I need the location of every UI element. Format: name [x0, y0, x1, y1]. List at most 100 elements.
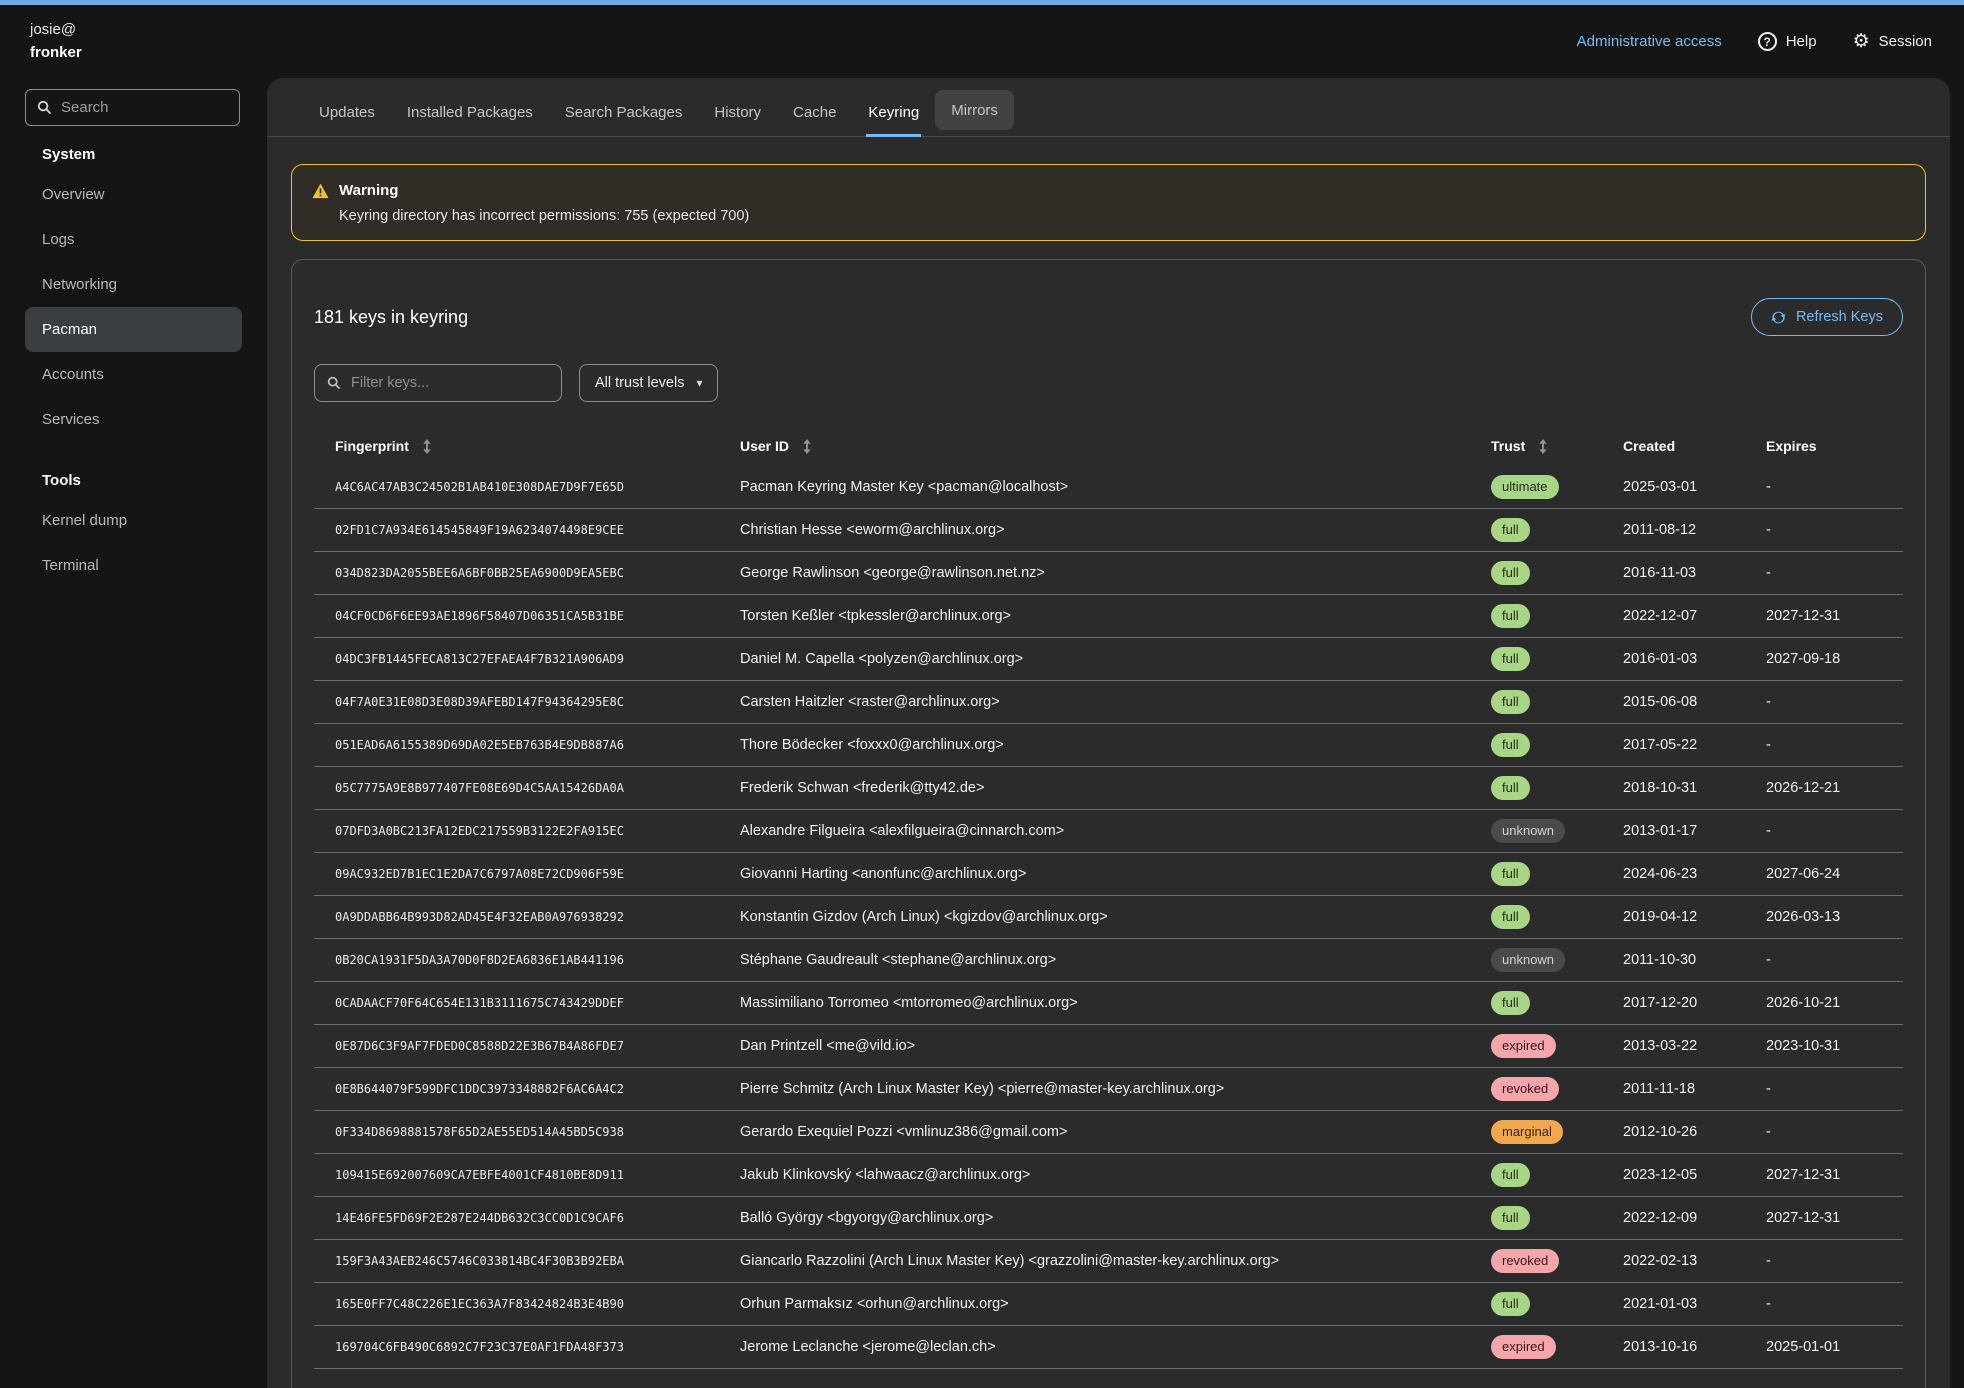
key-user-id: Pacman Keyring Master Key <pacman@localh… [740, 479, 1491, 495]
sidebar-item-overview[interactable]: Overview [25, 172, 242, 217]
tab-history[interactable]: History [698, 88, 777, 136]
table-row[interactable]: 0A9DDABB64B993D82AD45E4F32EAB0A976938292… [314, 896, 1903, 939]
table-row[interactable]: 051EAD6A6155389D69DA02E5EB763B4E9DB887A6… [314, 724, 1903, 767]
question-circle-icon: ? [1758, 32, 1777, 51]
table-row[interactable]: 04DC3FB1445FECA813C27EFAEA4F7B321A906AD9… [314, 638, 1903, 681]
key-created: 2013-01-17 [1623, 823, 1766, 839]
main-panel: UpdatesInstalled PackagesSearch Packages… [267, 78, 1950, 1388]
key-created: 2017-12-20 [1623, 995, 1766, 1011]
key-user-id: Jerome Leclanche <jerome@leclan.ch> [740, 1339, 1491, 1355]
sidebar-item-kernel-dump[interactable]: Kernel dump [25, 498, 242, 543]
sort-arrows-icon[interactable] [1538, 439, 1548, 454]
table-row[interactable]: 14E46FE5FD69F2E287E244DB632C3CC0D1C9CAF6… [314, 1197, 1903, 1240]
key-user-id: Thore Bödecker <foxxx0@archlinux.org> [740, 737, 1491, 753]
table-row[interactable]: 02FD1C7A934E614545849F19A6234074498E9CEE… [314, 509, 1903, 552]
table-row[interactable]: 04CF0CD6F6EE93AE1896F58407D06351CA5B31BE… [314, 595, 1903, 638]
key-fingerprint: 109415E692007609CA7EBFE4001CF4810BE8D911 [335, 1168, 740, 1182]
trust-badge: expired [1491, 1034, 1556, 1058]
key-expires: - [1766, 565, 1903, 581]
host-brand[interactable]: josie@ fronker [30, 19, 82, 64]
table-row[interactable]: 04F7A0E31E08D3E08D39AFEBD147F94364295E8C… [314, 681, 1903, 724]
key-user-id: Giancarlo Razzolini (Arch Linux Master K… [740, 1253, 1491, 1269]
sidebar-item-services[interactable]: Services [25, 397, 242, 442]
filter-keys-input[interactable]: Filter keys... [314, 364, 562, 402]
key-expires: - [1766, 1081, 1903, 1097]
sidebar-item-logs[interactable]: Logs [25, 217, 242, 262]
key-expires: - [1766, 694, 1903, 710]
masthead-user: josie@ [30, 19, 82, 42]
table-row[interactable]: 165E0FF7C48C226E1EC363A7F83424824B3E4B90… [314, 1283, 1903, 1326]
tab-installed-packages[interactable]: Installed Packages [391, 88, 549, 136]
key-user-id: Pierre Schmitz (Arch Linux Master Key) <… [740, 1081, 1491, 1097]
trust-badge: full [1491, 604, 1530, 628]
trust-badge: expired [1491, 1335, 1556, 1359]
tab-updates[interactable]: Updates [303, 88, 391, 136]
key-created: 2017-05-22 [1623, 737, 1766, 753]
key-expires: 2023-10-31 [1766, 1038, 1903, 1054]
sidebar-item-accounts[interactable]: Accounts [25, 352, 242, 397]
column-header-user-id[interactable]: User ID [740, 438, 1491, 454]
table-row[interactable]: 09AC932ED7B1EC1E2DA7C6797A08E72CD906F59E… [314, 853, 1903, 896]
table-row[interactable]: 0E87D6C3F9AF7FDED0C8588D22E3B67B4A86FDE7… [314, 1025, 1903, 1068]
refresh-keys-button[interactable]: Refresh Keys [1751, 298, 1903, 336]
key-fingerprint: A4C6AC47AB3C24502B1AB410E308DAE7D9F7E65D [335, 480, 740, 494]
sidebar-item-networking[interactable]: Networking [25, 262, 242, 307]
session-menu[interactable]: ⚙ Session [1853, 32, 1932, 51]
trust-select-value: All trust levels [595, 375, 684, 391]
tab-mirrors[interactable]: Mirrors [935, 90, 1014, 130]
administrative-access-link[interactable]: Administrative access [1577, 33, 1722, 50]
table-row[interactable]: 0B20CA1931F5DA3A70D0F8D2EA6836E1AB441196… [314, 939, 1903, 982]
table-row[interactable]: 07DFD3A0BC213FA12EDC217559B3122E2FA915EC… [314, 810, 1903, 853]
column-header-fingerprint[interactable]: Fingerprint [335, 438, 740, 454]
table-row[interactable]: 0F334D8698881578F65D2AE55ED514A45BD5C938… [314, 1111, 1903, 1154]
keys-table-body: A4C6AC47AB3C24502B1AB410E308DAE7D9F7E65D… [314, 466, 1903, 1369]
warning-icon [312, 183, 329, 199]
sidebar-nav: SystemOverviewLogsNetworkingPacmanAccoun… [0, 138, 267, 588]
tab-search-packages[interactable]: Search Packages [549, 88, 699, 136]
warning-alert: Warning Keyring directory has incorrect … [291, 164, 1926, 241]
table-row[interactable]: 169704C6FB490C6892C7F23C37E0AF1FDA48F373… [314, 1326, 1903, 1369]
trust-badge: full [1491, 733, 1530, 757]
trust-badge: full [1491, 991, 1530, 1015]
key-expires: 2026-10-21 [1766, 995, 1903, 1011]
key-fingerprint: 0A9DDABB64B993D82AD45E4F32EAB0A976938292 [335, 910, 740, 924]
trust-badge: marginal [1491, 1120, 1563, 1144]
table-row[interactable]: A4C6AC47AB3C24502B1AB410E308DAE7D9F7E65D… [314, 466, 1903, 509]
help-menu[interactable]: ? Help [1758, 32, 1817, 51]
column-header-trust[interactable]: Trust [1491, 438, 1623, 454]
tab-cache[interactable]: Cache [777, 88, 852, 136]
table-row[interactable]: 159F3A43AEB246C5746C033814BC4F30B3B92EBA… [314, 1240, 1903, 1283]
key-user-id: Jakub Klinkovský <lahwaacz@archlinux.org… [740, 1167, 1491, 1183]
key-user-id: Frederik Schwan <frederik@tty42.de> [740, 780, 1491, 796]
trust-level-select[interactable]: All trust levels ▾ [579, 364, 718, 402]
filter-search-icon [327, 376, 341, 390]
tab-keyring[interactable]: Keyring [852, 88, 935, 136]
key-expires: 2025-01-01 [1766, 1339, 1903, 1355]
trust-badge: full [1491, 1292, 1530, 1316]
caret-down-icon: ▾ [696, 376, 702, 390]
table-row[interactable]: 05C7775A9E8B977407FE08E69D4C5AA15426DA0A… [314, 767, 1903, 810]
refresh-icon [1771, 310, 1786, 325]
key-created: 2023-12-05 [1623, 1167, 1766, 1183]
table-row[interactable]: 0E8B644079F599DFC1DDC3973348882F6AC6A4C2… [314, 1068, 1903, 1111]
table-row[interactable]: 109415E692007609CA7EBFE4001CF4810BE8D911… [314, 1154, 1903, 1197]
table-row[interactable]: 034D823DA2055BEE6A6BF0BB25EA6900D9EA5EBC… [314, 552, 1903, 595]
trust-badge: full [1491, 862, 1530, 886]
key-created: 2015-06-08 [1623, 694, 1766, 710]
key-user-id: Daniel M. Capella <polyzen@archlinux.org… [740, 651, 1491, 667]
sort-arrows-icon[interactable] [422, 439, 432, 454]
table-row[interactable]: 0CADAACF70F64C654E131B3111675C743429DDEF… [314, 982, 1903, 1025]
key-created: 2016-01-03 [1623, 651, 1766, 667]
key-user-id: Carsten Haitzler <raster@archlinux.org> [740, 694, 1491, 710]
sidebar-item-pacman[interactable]: Pacman [25, 307, 242, 352]
sort-arrows-icon[interactable] [802, 439, 812, 454]
key-created: 2021-01-03 [1623, 1296, 1766, 1312]
key-expires: - [1766, 737, 1903, 753]
key-expires: 2027-12-31 [1766, 1210, 1903, 1226]
key-expires: - [1766, 479, 1903, 495]
key-created: 2013-10-16 [1623, 1339, 1766, 1355]
key-created: 2013-03-22 [1623, 1038, 1766, 1054]
sidebar-search-input[interactable]: Search [25, 89, 240, 126]
key-user-id: Alexandre Filgueira <alexfilgueira@cinna… [740, 823, 1491, 839]
sidebar-item-terminal[interactable]: Terminal [25, 543, 242, 588]
